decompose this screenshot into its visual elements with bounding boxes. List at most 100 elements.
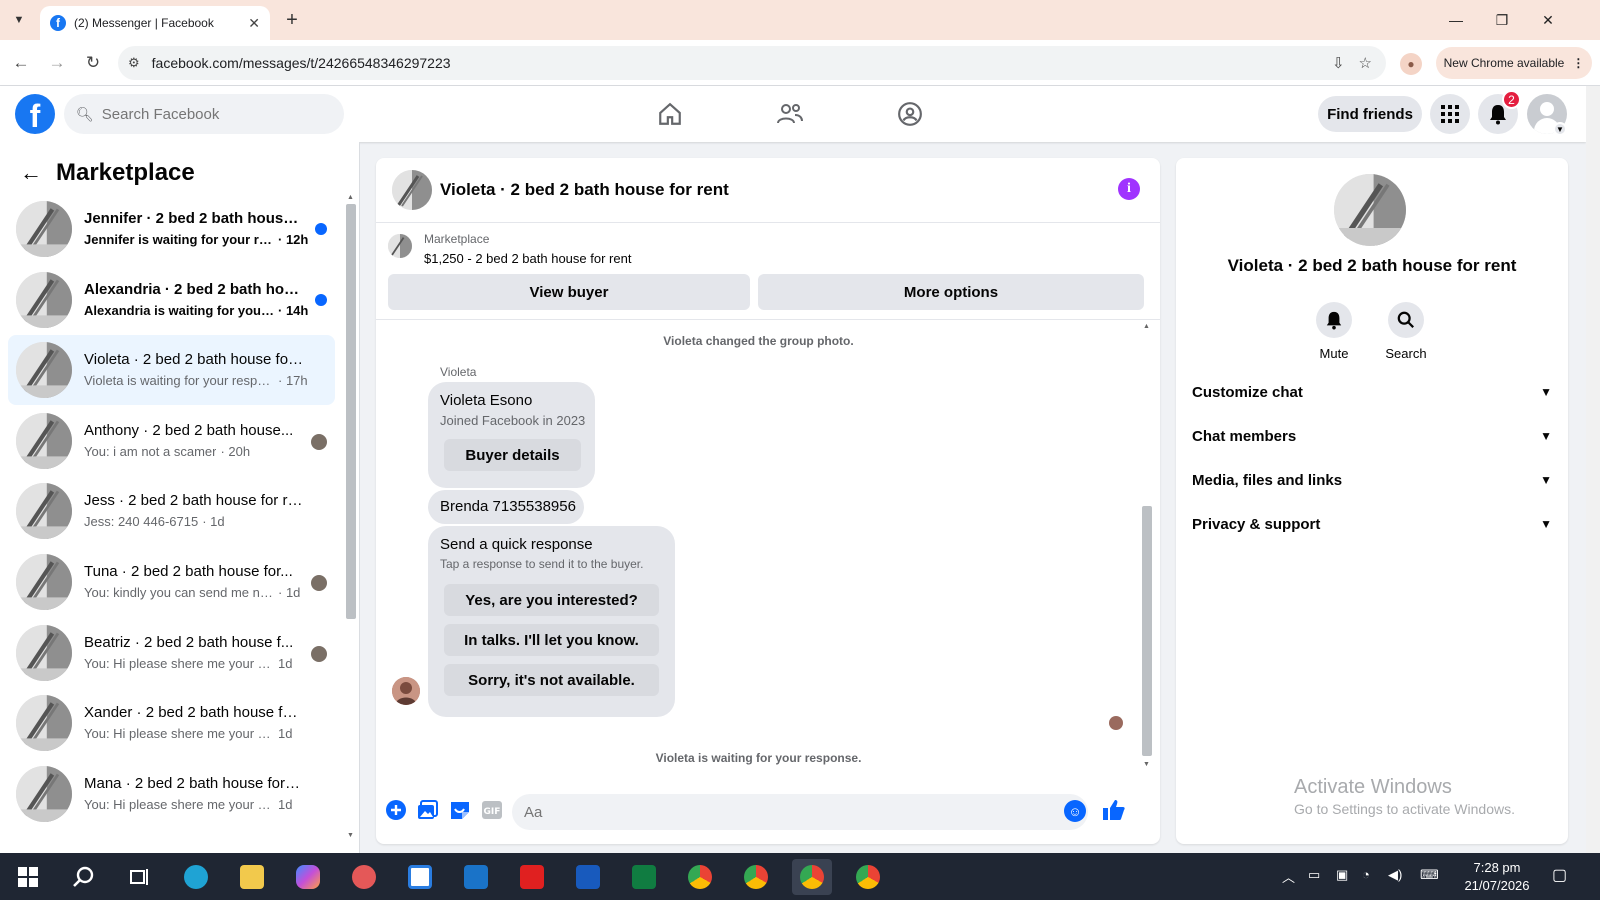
word-icon[interactable] xyxy=(568,859,608,895)
conversation-preview: You: Hi please shere me your co... xyxy=(84,655,274,671)
customize-chat-section[interactable]: Customize chat ▼ xyxy=(1192,374,1552,410)
chat-title: Violeta · 2 bed 2 bath house for rent xyxy=(440,180,729,199)
chrome-menu-icon[interactable]: ⋮ xyxy=(1572,56,1584,70)
message-input[interactable] xyxy=(524,803,1044,821)
quick-response-interested-button[interactable]: Yes, are you interested? xyxy=(444,584,659,616)
message-input-box[interactable]: ☺ xyxy=(512,794,1088,830)
site-settings-icon[interactable]: ⚙ xyxy=(128,55,140,71)
task-view-icon[interactable] xyxy=(120,859,160,895)
emoji-icon[interactable]: ☺ xyxy=(1064,800,1086,822)
volume-icon[interactable]: ◀︎) xyxy=(1388,867,1402,883)
conversation-item[interactable]: Tuna · 2 bed 2 bath house for... You: kin… xyxy=(8,547,335,617)
gif-icon[interactable]: GIF xyxy=(480,798,504,822)
chat-avatar[interactable] xyxy=(392,170,432,210)
conversation-item[interactable]: Anthony · 2 bed 2 bath house... You: i am… xyxy=(8,406,335,476)
sender-avatar[interactable] xyxy=(392,677,420,705)
facebook-logo-icon[interactable]: f xyxy=(15,94,55,134)
seen-avatar xyxy=(311,575,327,591)
chrome-update-button[interactable]: New Chrome available ⋮ xyxy=(1436,47,1592,79)
buyer-profile-name: Violeta Esono xyxy=(440,392,533,409)
conversation-item[interactable]: Xander · 2 bed 2 bath house for... You: H… xyxy=(8,688,335,758)
browser-tab[interactable]: f (2) Messenger | Facebook ✕ xyxy=(40,6,270,40)
media-files-links-section[interactable]: Media, files and links ▼ xyxy=(1192,462,1552,498)
groups-icon[interactable] xyxy=(880,94,940,134)
quick-response-not-available-button[interactable]: Sorry, it's not available. xyxy=(444,664,659,696)
clock-date: 21/07/2026 xyxy=(1464,878,1530,893)
bell-icon[interactable] xyxy=(1316,302,1352,338)
more-options-button[interactable]: More options xyxy=(758,274,1144,310)
paint-app-icon[interactable] xyxy=(344,859,384,895)
bookmark-star-icon[interactable]: ☆ xyxy=(1359,54,1372,72)
activate-windows-watermark: Activate Windows Go to Settings to activ… xyxy=(1294,776,1515,817)
minimize-window-icon[interactable]: — xyxy=(1436,6,1476,34)
tab-search-chevron-icon[interactable]: ▼ xyxy=(6,8,32,32)
meet-now-icon[interactable]: ▣ xyxy=(1336,867,1348,883)
conversation-item[interactable]: Alexandria · 2 bed 2 bath hou... Alexandr… xyxy=(8,265,335,335)
forward-arrow-icon[interactable]: → xyxy=(44,50,70,76)
browser-tab-strip: ▼ f (2) Messenger | Facebook ✕ + — ❐ ✕ xyxy=(0,0,1600,40)
battery-icon[interactable]: ▭ xyxy=(1308,867,1320,883)
system-clock[interactable]: 7:28 pm 21/07/2026 xyxy=(1462,859,1532,895)
conversation-item[interactable]: Jennifer · 2 bed 2 bath house f... Jennif… xyxy=(8,194,335,264)
url-text[interactable]: facebook.com/messages/t/2426654834629722… xyxy=(152,55,1332,71)
search-action[interactable]: Search xyxy=(1376,302,1436,361)
conversation-preview: You: Hi please shere me your conta... xyxy=(84,726,274,742)
edge-browser-icon[interactable] xyxy=(176,859,216,895)
chrome-profile-icon[interactable]: ● xyxy=(1400,53,1422,75)
friends-icon[interactable] xyxy=(760,94,820,134)
conversation-item[interactable]: Beatriz · 2 bed 2 bath house f... You: Hi… xyxy=(8,618,335,688)
account-chevron-down-icon[interactable]: ▼ xyxy=(1553,122,1567,136)
windows-start-icon[interactable] xyxy=(8,859,48,895)
reload-icon[interactable]: ↻ xyxy=(80,50,106,76)
back-arrow-icon[interactable]: ← xyxy=(8,50,34,76)
outlook-icon[interactable] xyxy=(456,859,496,895)
wifi-icon[interactable]: ◔ xyxy=(1362,867,1370,882)
copilot-icon[interactable] xyxy=(288,859,328,895)
find-friends-button[interactable]: Find friends xyxy=(1318,96,1422,132)
restore-window-icon[interactable]: ❐ xyxy=(1482,6,1522,34)
sticker-icon[interactable] xyxy=(448,798,472,822)
keyboard-icon[interactable]: ⌨ xyxy=(1420,867,1439,883)
notification-center-icon[interactable]: ▢ xyxy=(1552,865,1567,885)
mute-action[interactable]: Mute xyxy=(1304,302,1364,361)
conversation-info-icon[interactable]: i xyxy=(1118,178,1140,200)
file-explorer-icon[interactable] xyxy=(232,859,272,895)
quick-response-in-talks-button[interactable]: In talks. I'll let you know. xyxy=(444,624,659,656)
show-hidden-icons-chevron-icon[interactable]: ︿ xyxy=(1282,867,1295,886)
view-buyer-button[interactable]: View buyer xyxy=(388,274,750,310)
more-actions-plus-icon[interactable] xyxy=(384,798,408,822)
chrome-profile-4-icon[interactable] xyxy=(848,859,888,895)
conversation-photo[interactable] xyxy=(1334,174,1406,246)
conversation-item[interactable]: Violeta · 2 bed 2 bath house for ... Viol… xyxy=(8,335,335,406)
back-arrow-icon[interactable]: ← xyxy=(20,160,42,186)
listing-thumbnail[interactable] xyxy=(388,234,412,258)
taskbar-search-icon[interactable] xyxy=(64,859,104,895)
tab-close-icon[interactable]: ✕ xyxy=(248,15,260,32)
install-app-icon[interactable]: ⇩ xyxy=(1332,54,1345,72)
chrome-profile-2-icon[interactable] xyxy=(736,859,776,895)
chrome-profile-1-icon[interactable] xyxy=(680,859,720,895)
chrome-profile-3-icon[interactable] xyxy=(792,859,832,895)
thumbs-up-like-icon[interactable] xyxy=(1102,798,1126,822)
microsoft-store-icon[interactable] xyxy=(400,859,440,895)
wps-office-icon[interactable] xyxy=(512,859,552,895)
chat-members-section[interactable]: Chat members ▼ xyxy=(1192,418,1552,454)
conversation-time: · 1d xyxy=(202,514,225,530)
facebook-search-box[interactable]: 🔍︎ xyxy=(64,94,344,134)
message-thread-scrollbar[interactable]: ▲ ▼ xyxy=(1141,321,1153,781)
buyer-details-button[interactable]: Buyer details xyxy=(444,439,581,471)
menu-grid-icon[interactable] xyxy=(1430,94,1470,134)
search-icon[interactable] xyxy=(1388,302,1424,338)
new-tab-plus-icon[interactable]: + xyxy=(280,8,304,32)
sidebar-scrollbar[interactable]: ▲ ▼ xyxy=(346,194,356,839)
privacy-support-section[interactable]: Privacy & support ▼ xyxy=(1192,506,1552,542)
address-bar[interactable]: ⚙ facebook.com/messages/t/24266548346297… xyxy=(118,46,1386,80)
conversation-item[interactable]: Jess · 2 bed 2 bath house for rent Jess: … xyxy=(8,476,335,546)
attach-photo-icon[interactable] xyxy=(416,798,440,822)
excel-icon[interactable] xyxy=(624,859,664,895)
page-scrollbar[interactable] xyxy=(1586,86,1600,853)
conversation-item[interactable]: Mana · 2 bed 2 bath house for r... You: H… xyxy=(8,759,335,829)
home-icon[interactable] xyxy=(640,94,700,134)
close-window-icon[interactable]: ✕ xyxy=(1528,6,1568,34)
facebook-search-input[interactable] xyxy=(101,105,322,123)
